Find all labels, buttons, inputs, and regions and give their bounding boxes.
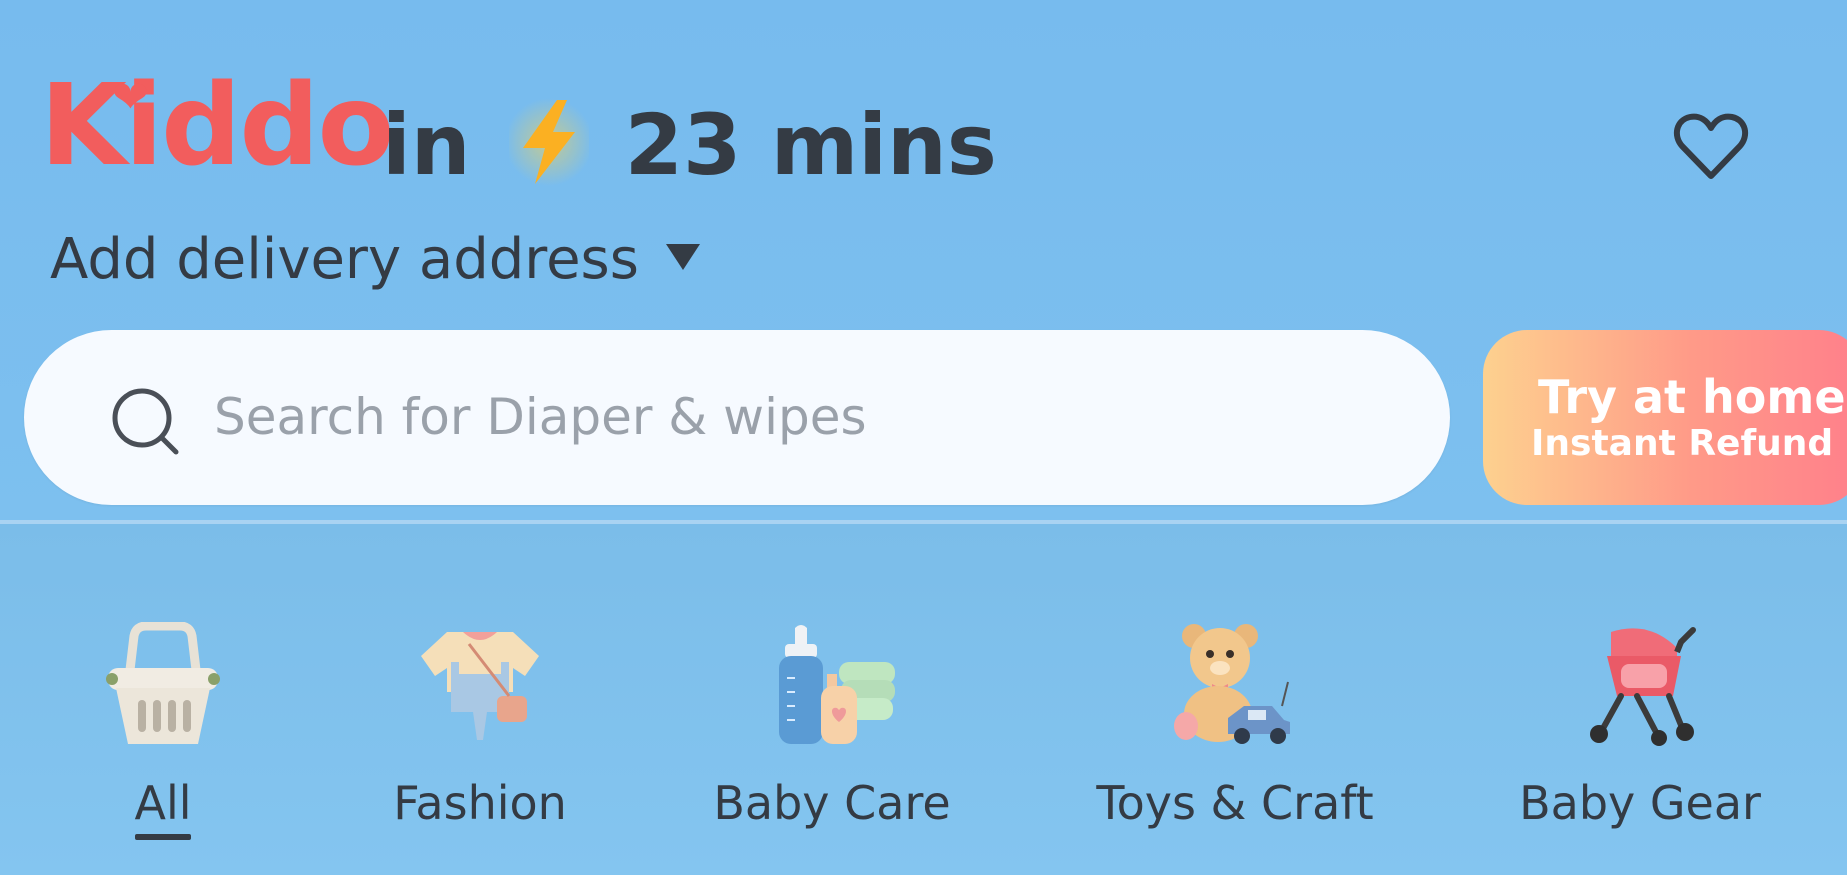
tab-baby-gear-label: Baby Gear: [1519, 776, 1761, 830]
eta-prefix: in: [382, 96, 471, 194]
instant-refund-label: Instant Refund: [1531, 423, 1834, 464]
teddy-bear-icon: [1174, 624, 1290, 744]
tab-fashion[interactable]: Fashion: [380, 524, 580, 875]
tab-toys-craft[interactable]: Toys & Craft: [1090, 524, 1380, 875]
category-tabs: All Fashion Baby Care Toys & Craft Baby …: [0, 524, 1847, 875]
brand-logo[interactable]: Kiddo: [40, 70, 394, 182]
caret-down-icon[interactable]: [666, 244, 700, 270]
top-header: Kiddo ❤ in 23 mins Add delivery address …: [0, 0, 1847, 520]
tab-baby-gear[interactable]: Baby Gear: [1510, 524, 1770, 875]
search-icon: [112, 388, 179, 455]
tab-baby-care-label: Baby Care: [713, 776, 951, 830]
delivery-eta: in 23 mins: [382, 96, 997, 188]
selected-tab-indicator: [135, 834, 191, 840]
try-at-home-button[interactable]: Try at home Instant Refund: [1483, 330, 1847, 505]
tab-toys-craft-label: Toys & Craft: [1096, 776, 1374, 830]
tab-baby-care[interactable]: Baby Care: [700, 524, 964, 875]
baby-bottle-icon: [779, 625, 895, 744]
basket-icon: [106, 622, 220, 744]
baby-romper-icon: [421, 632, 539, 740]
tab-all-label: All: [134, 776, 192, 830]
lightning-bolt-icon: [508, 98, 589, 186]
tab-fashion-label: Fashion: [393, 776, 567, 830]
stroller-icon: [1590, 627, 1696, 746]
search-placeholder[interactable]: Search for Diaper & wipes: [214, 390, 867, 445]
tab-all[interactable]: All: [60, 524, 266, 875]
eta-time: 23 mins: [624, 96, 997, 194]
add-delivery-address[interactable]: Add delivery address: [50, 232, 639, 288]
wishlist-heart-icon[interactable]: [1672, 108, 1750, 186]
try-at-home-label: Try at home: [1538, 370, 1846, 424]
search-bar[interactable]: Search for Diaper & wipes: [24, 330, 1450, 505]
logo-heart-icon: ❤: [112, 72, 149, 123]
